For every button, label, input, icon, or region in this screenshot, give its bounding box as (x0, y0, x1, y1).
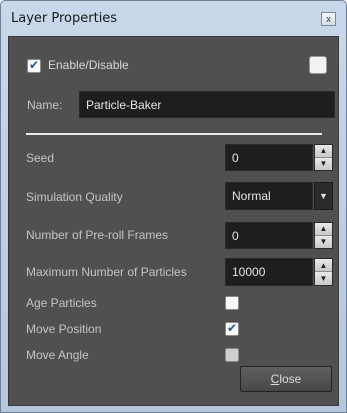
seed-down-icon[interactable]: ▼ (315, 157, 332, 170)
move-angle-checkbox[interactable] (225, 348, 239, 362)
age-particles-label: Age Particles (26, 296, 97, 310)
preroll-field[interactable]: 0 (225, 222, 313, 249)
age-particles-checkbox[interactable] (225, 296, 239, 310)
name-field[interactable]: Particle-Baker (79, 91, 335, 118)
seed-value: 0 (232, 150, 239, 165)
seed-label: Seed (26, 151, 55, 165)
name-label: Name: (27, 98, 63, 112)
max-particles-label: Maximum Number of Particles (26, 265, 187, 279)
max-particles-value: 10000 (232, 265, 266, 279)
max-particles-up-icon[interactable]: ▲ (315, 259, 332, 272)
close-button-label: lose (279, 372, 302, 386)
quality-value: Normal (232, 189, 271, 203)
max-particles-field[interactable]: 10000 (225, 258, 313, 286)
window-title: Layer Properties (11, 10, 118, 26)
seed-field[interactable]: 0 (225, 144, 313, 171)
layer-properties-window: Layer Properties x Enable/Disable Name: … (0, 0, 347, 413)
preroll-up-icon[interactable]: ▲ (315, 223, 332, 236)
preroll-value: 0 (232, 228, 239, 243)
move-position-label: Move Position (26, 322, 102, 336)
seed-up-icon[interactable]: ▲ (315, 145, 332, 158)
seed-spinner[interactable]: ▲ ▼ (314, 144, 333, 171)
move-position-checkbox[interactable] (225, 321, 239, 336)
title-bar[interactable]: Layer Properties x (1, 1, 346, 35)
quality-label: Simulation Quality (26, 190, 123, 204)
dialog-body: Enable/Disable Name: Particle-Baker Seed… (8, 36, 339, 406)
quality-select[interactable]: Normal (225, 182, 313, 210)
chevron-down-icon[interactable]: ▼ (314, 182, 333, 210)
enable-label: Enable/Disable (48, 58, 129, 72)
preroll-label: Number of Pre-roll Frames (26, 228, 169, 242)
close-window-icon[interactable]: x (321, 12, 336, 26)
enable-checkbox[interactable] (27, 58, 41, 73)
close-button-mnemonic: C (270, 372, 280, 386)
preroll-spinner[interactable]: ▲ ▼ (314, 222, 333, 249)
preroll-down-icon[interactable]: ▼ (315, 235, 332, 248)
color-swatch-checkbox[interactable] (309, 56, 327, 74)
move-angle-label: Move Angle (26, 348, 89, 362)
max-particles-spinner[interactable]: ▲ ▼ (314, 258, 333, 286)
separator (26, 133, 322, 135)
max-particles-down-icon[interactable]: ▼ (315, 272, 332, 285)
close-button[interactable]: Close (240, 366, 332, 392)
name-value: Particle-Baker (86, 97, 162, 112)
